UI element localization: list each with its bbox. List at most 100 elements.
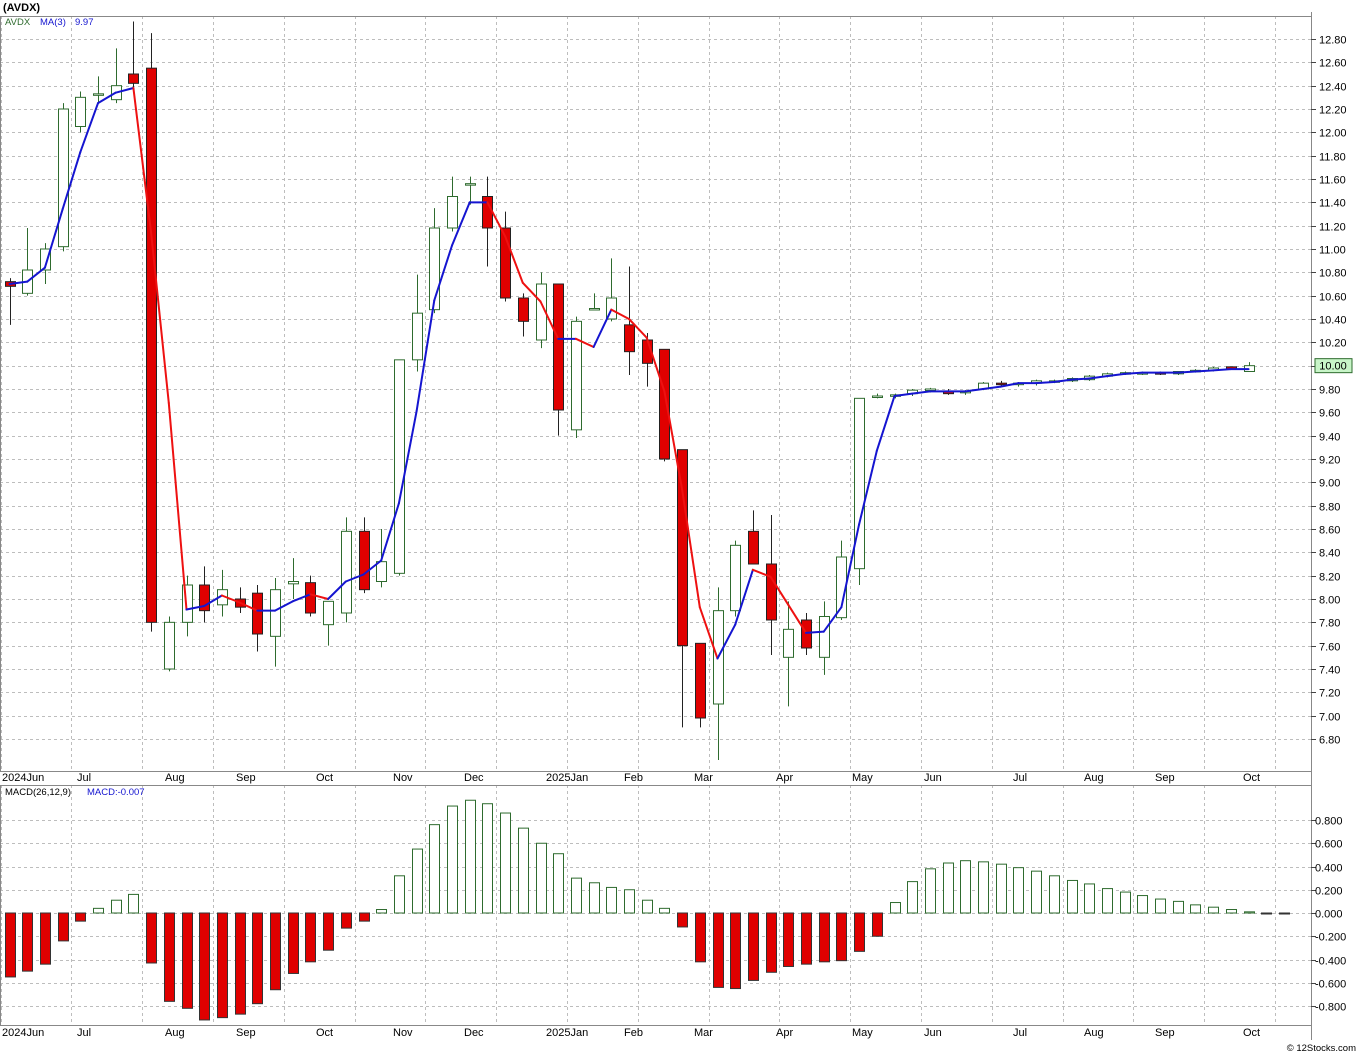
macd-bar-positive <box>943 862 954 914</box>
macd-tick-label: 0.200 <box>1315 886 1343 898</box>
macd-bar-negative <box>801 912 812 965</box>
macd-bar-negative <box>182 912 193 1009</box>
legend-macd-params: MACD(26,12,9) <box>5 787 71 798</box>
candle-up <box>730 540 741 617</box>
macd-bar-positive <box>996 863 1007 914</box>
last-price-label: 10.00 <box>1319 361 1347 373</box>
price-tick-label: 8.20 <box>1319 572 1340 584</box>
macd-bar-negative <box>872 912 883 937</box>
macd-bar-positive <box>907 881 918 914</box>
x-axis-label: 2025Jan <box>546 772 588 784</box>
candle-down <box>146 33 157 632</box>
price-tick-label: 8.80 <box>1319 502 1340 514</box>
macd-bar-positive <box>606 886 617 914</box>
x-axis-label-bottom: Sep <box>236 1027 256 1039</box>
candle-body <box>323 600 334 626</box>
macd-tick-label: 0.600 <box>1315 839 1343 851</box>
macd-tick-label: 0.000 <box>1315 909 1343 921</box>
macd-bar-positive <box>553 853 564 914</box>
candle-body <box>305 582 316 614</box>
candle-body <box>341 530 352 614</box>
macd-bar-positive <box>447 805 458 914</box>
macd-bar-negative <box>748 912 759 981</box>
macd-bar-positive <box>518 827 529 914</box>
candle-body <box>801 619 812 649</box>
candle-body <box>447 196 458 229</box>
candle-up <box>571 316 582 438</box>
price-tick-label: 11.80 <box>1319 152 1346 164</box>
x-axis-label: Feb <box>624 772 643 784</box>
price-tick-label: 8.60 <box>1319 525 1340 537</box>
macd-bar-positive <box>642 899 653 914</box>
candle-body <box>783 628 794 658</box>
candle-body <box>695 642 706 719</box>
candle-body <box>75 96 86 128</box>
macd-bar-negative <box>323 912 334 951</box>
macd-bar-negative <box>270 912 281 991</box>
macd-tick-label: -0.400 <box>1315 956 1346 968</box>
candle-body <box>376 561 387 583</box>
macd-bar-positive <box>659 907 670 914</box>
ma-line-segment <box>1035 381 1055 385</box>
candle-body <box>482 196 493 229</box>
candle-body <box>553 283 564 411</box>
price-tick-label: 8.00 <box>1319 595 1340 607</box>
candle-body <box>164 621 175 670</box>
x-axis-label-bottom: Jul <box>77 1027 91 1039</box>
x-axis-label: Jul <box>1013 772 1027 784</box>
price-tick-label: 10.40 <box>1319 315 1347 327</box>
stock-chart: 6.80 7.00 7.20 7.40 7.60 7.80 8.00 8.20 8.40 8.60… <box>0 0 1360 1056</box>
macd-bar-negative <box>5 912 16 978</box>
macd-bar-negative <box>40 912 51 965</box>
x-axis-label-bottom: Oct <box>316 1027 333 1039</box>
x-axis-label-bottom: Nov <box>393 1027 413 1039</box>
macd-bar-positive <box>1244 911 1255 914</box>
macd-bar-negative <box>199 912 210 1021</box>
macd-tick-label: -0.800 <box>1315 1002 1346 1014</box>
macd-bar-negative <box>766 912 777 973</box>
x-axis-label: Oct <box>1243 772 1260 784</box>
price-tick-label: 10.80 <box>1319 268 1347 280</box>
candle-body <box>412 312 423 361</box>
candle-body <box>571 320 582 431</box>
candle-body <box>730 544 741 612</box>
macd-bar-negative <box>695 912 706 963</box>
price-tick-label: 10.60 <box>1319 292 1347 304</box>
candle-body <box>58 108 69 248</box>
candle-body <box>677 449 688 647</box>
last-price-box: 10.00 <box>1314 358 1353 374</box>
ma-line-segment <box>1176 370 1197 374</box>
x-axis-label-bottom: Jun <box>924 1027 942 1039</box>
macd-bar-negative <box>819 912 830 963</box>
macd-bar-positive <box>978 861 989 914</box>
price-tick-label: 9.80 <box>1319 385 1340 397</box>
macd-bar-negative <box>341 912 352 929</box>
candle-body <box>465 183 476 186</box>
candle-body <box>659 348 670 460</box>
macd-bar-positive <box>394 875 405 914</box>
x-axis-label: Nov <box>393 772 413 784</box>
x-axis-label-bottom: Apr <box>776 1027 793 1039</box>
x-axis-label: Dec <box>464 772 484 784</box>
x-axis-label: Aug <box>165 772 185 784</box>
candle-body <box>146 67 157 623</box>
ma-line-segment <box>1123 371 1144 375</box>
macd-tick-label: -0.200 <box>1315 932 1346 944</box>
candle-body <box>819 616 830 658</box>
macd-bar-positive <box>1102 888 1113 914</box>
candle-body <box>872 395 883 398</box>
macd-bar-positive <box>1226 909 1237 914</box>
price-tick-label: 11.40 <box>1319 198 1346 210</box>
price-tick-label: 11.20 <box>1319 222 1346 234</box>
legend-macd-value: MACD:-0.007 <box>87 787 145 798</box>
macd-bar-negative <box>288 912 299 974</box>
price-tick-label: 12.80 <box>1319 35 1347 47</box>
macd-bar-positive <box>589 882 600 914</box>
macd-bar-positive <box>111 899 122 914</box>
x-axis-label: 2024Jun <box>2 772 44 784</box>
x-axis-label: Aug <box>1084 772 1104 784</box>
price-tick-label: 9.00 <box>1319 478 1340 490</box>
candle-body <box>288 581 299 585</box>
macd-bar-negative <box>217 912 228 1019</box>
macd-bar-negative <box>305 912 316 963</box>
